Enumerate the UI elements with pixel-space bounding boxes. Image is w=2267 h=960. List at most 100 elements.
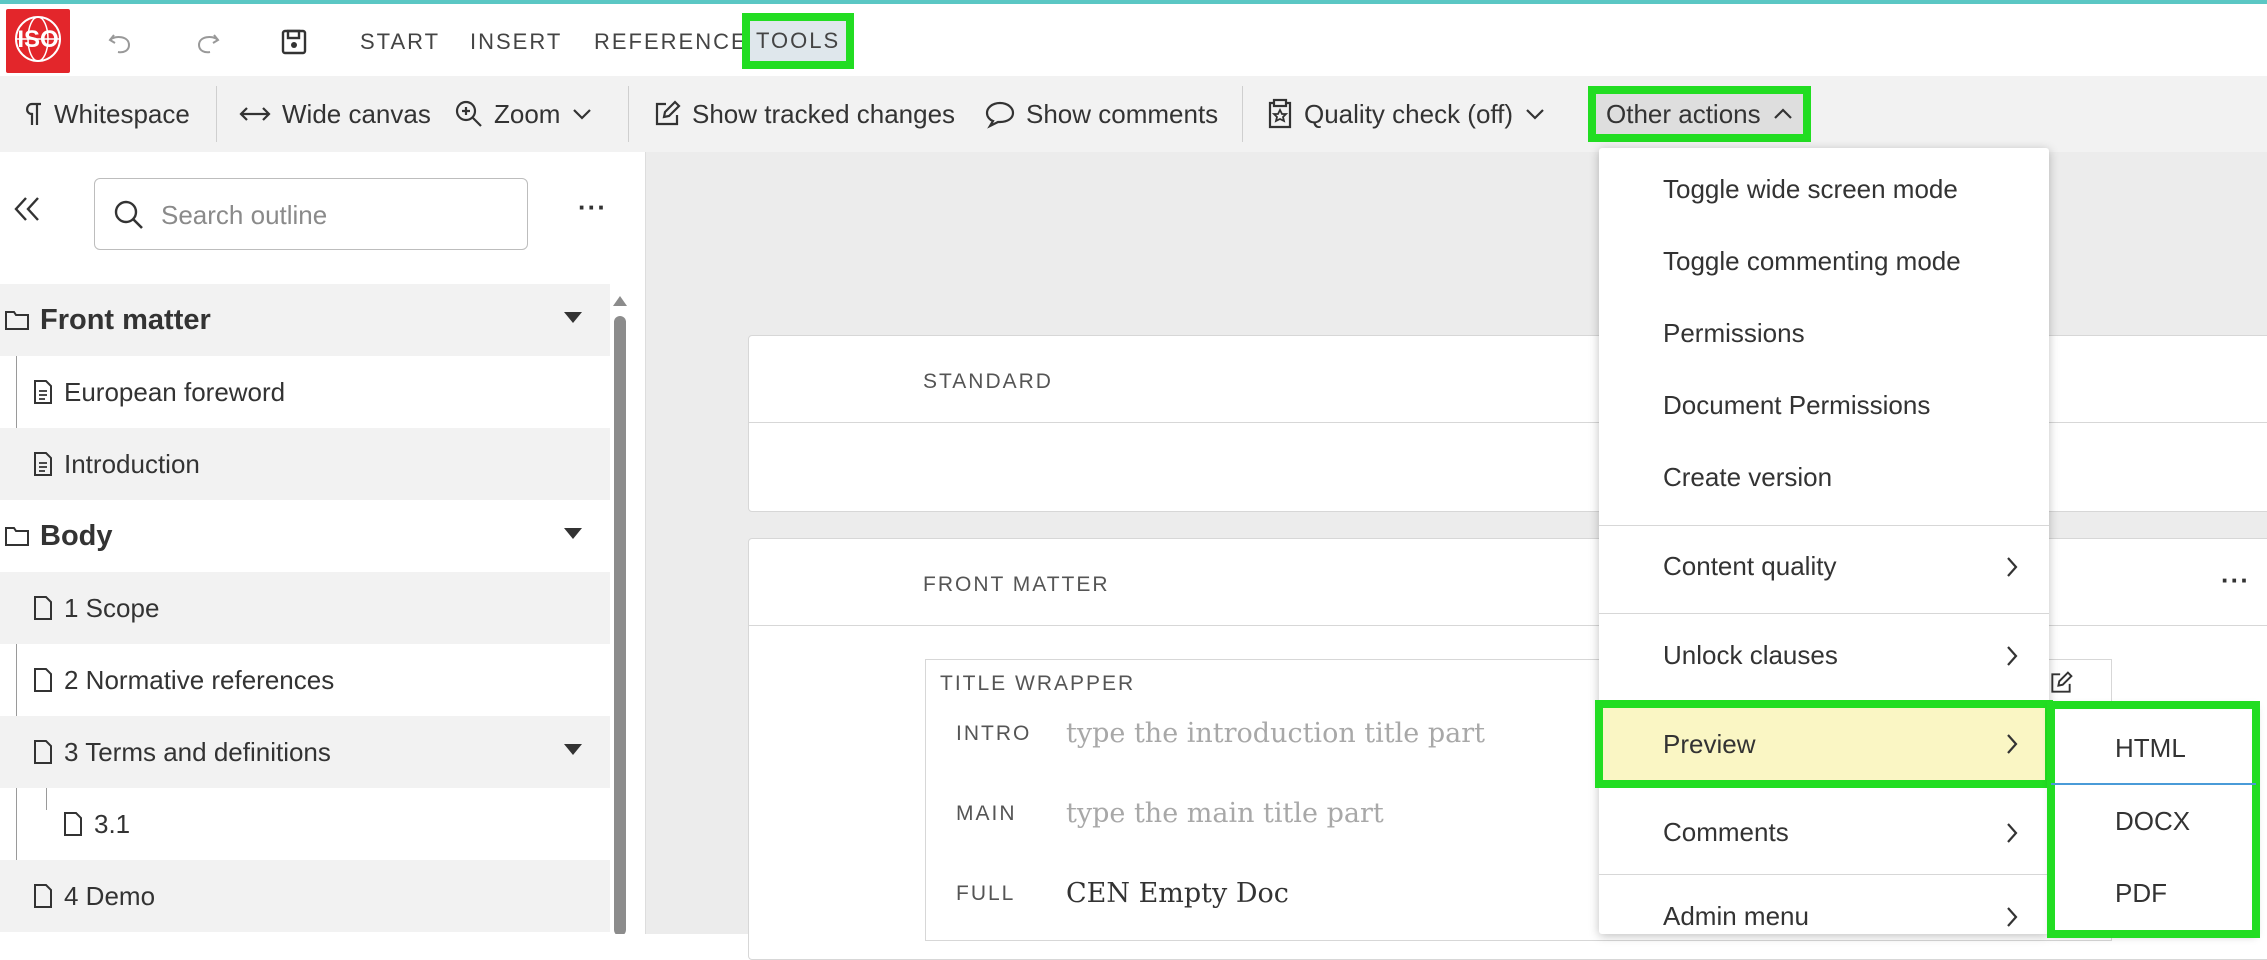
show-tracked-changes-button[interactable]: Show tracked changes: [652, 90, 955, 138]
menu-bar: ISO START INSERT REFERENCE TOOLS: [0, 4, 2267, 76]
outline-item-scope[interactable]: 1 Scope: [0, 572, 610, 644]
scroll-up-arrow-icon[interactable]: [613, 296, 627, 306]
collapse-sidebar-icon[interactable]: [10, 194, 44, 229]
preview-submenu: HTML DOCX PDF: [2047, 701, 2260, 938]
toolbar-divider: [216, 86, 217, 142]
sidebar-scrollbar[interactable]: [612, 292, 628, 934]
show-comments-label: Show comments: [1026, 98, 1219, 129]
outline-item-label: 1 Scope: [64, 592, 160, 623]
menu-start[interactable]: START: [360, 26, 440, 58]
menu-reference[interactable]: REFERENCE: [594, 26, 748, 58]
chevron-right-icon: [2007, 646, 2018, 666]
caret-down-icon[interactable]: [564, 528, 582, 539]
document-icon: [34, 452, 52, 476]
menu-item-preview[interactable]: Preview: [1595, 700, 2053, 788]
other-actions-menu: Toggle wide screen mode Toggle commentin…: [1595, 148, 2053, 934]
outline-sidebar: ··· Front matter European foreword Intro…: [0, 152, 646, 934]
main-field[interactable]: type the main title part: [1066, 798, 1384, 829]
outline-section-body[interactable]: Body: [0, 500, 610, 572]
menu-item-label: Create version: [1663, 461, 1833, 492]
menu-item-toggle-commenting[interactable]: Toggle commenting mode: [1599, 225, 2049, 297]
preview-docx-option[interactable]: DOCX: [2051, 785, 2256, 857]
scrollbar-thumb[interactable]: [614, 316, 626, 934]
preview-pdf-option[interactable]: PDF: [2051, 857, 2256, 929]
zoom-button[interactable]: Zoom: [454, 90, 592, 138]
show-comments-button[interactable]: Show comments: [984, 90, 1218, 138]
sidebar-more-button[interactable]: ···: [578, 192, 607, 223]
outline-section-front-matter[interactable]: Front matter: [0, 284, 610, 356]
outline-item-introduction[interactable]: Introduction: [0, 428, 610, 500]
search-icon: [114, 200, 143, 229]
quality-check-label: Quality check (off): [1304, 98, 1514, 129]
outline-item-terms-and-definitions[interactable]: 3 Terms and definitions: [0, 716, 610, 788]
search-outline-field[interactable]: [94, 178, 528, 250]
search-outline-input[interactable]: [159, 191, 513, 239]
menu-item-label: Toggle commenting mode: [1663, 245, 1961, 276]
quality-check-icon: [1268, 98, 1292, 129]
intro-field[interactable]: type the introduction title part: [1066, 718, 1485, 749]
other-actions-button[interactable]: Other actions: [1588, 86, 1811, 142]
whitespace-label: Whitespace: [54, 98, 190, 129]
horizontal-arrows-icon: [239, 107, 271, 121]
toolbar: Whitespace Wide canvas Zoom Show tracked…: [0, 76, 2267, 153]
outline-section-label: Front matter: [40, 303, 211, 336]
page-icon: [34, 596, 52, 620]
menu-item-document-permissions[interactable]: Document Permissions: [1599, 369, 2049, 441]
intro-label: INTRO: [956, 722, 1032, 745]
outline-item-label: 3.1: [94, 808, 131, 839]
title-wrapper-label: TITLE WRAPPER: [940, 672, 1136, 695]
front-matter-label: FRONT MATTER: [923, 573, 1110, 596]
redo-icon[interactable]: [190, 24, 226, 60]
page-icon: [34, 740, 52, 764]
menu-divider: [1599, 874, 2049, 875]
iso-logo: ISO: [6, 9, 70, 73]
menu-item-label: Preview: [1663, 728, 1756, 759]
pilcrow-icon: [26, 102, 41, 125]
menu-item-toggle-wide-screen[interactable]: Toggle wide screen mode: [1599, 153, 2049, 225]
whitespace-button[interactable]: Whitespace: [22, 90, 190, 138]
outline-section-label: Body: [40, 519, 113, 552]
submenu-item-label: PDF: [2115, 877, 2167, 908]
undo-icon[interactable]: [102, 24, 138, 60]
front-matter-more-button[interactable]: ···: [2221, 565, 2250, 596]
submenu-item-label: DOCX: [2115, 805, 2191, 836]
chevron-right-icon: [2007, 557, 2018, 577]
outline-item-3-1[interactable]: 3.1: [0, 788, 610, 860]
outline-item-label: 4 Demo: [64, 880, 156, 911]
menu-item-permissions[interactable]: Permissions: [1599, 297, 2049, 369]
menu-item-create-version[interactable]: Create version: [1599, 441, 2049, 513]
show-tracked-changes-label: Show tracked changes: [692, 98, 956, 129]
menu-item-unlock-clauses[interactable]: Unlock clauses: [1599, 619, 2049, 691]
outline-item-normative-references[interactable]: 2 Normative references: [0, 644, 610, 716]
outline-item-label: Introduction: [64, 448, 200, 479]
outline-item-european-foreword[interactable]: European foreword: [0, 356, 610, 428]
document-icon: [34, 380, 52, 404]
menu-insert[interactable]: INSERT: [470, 26, 562, 58]
outline-item-label: European foreword: [64, 376, 286, 407]
quality-check-button[interactable]: Quality check (off): [1266, 90, 1545, 138]
edit-icon: [655, 100, 681, 126]
comment-icon: [985, 101, 1015, 129]
caret-down-icon[interactable]: [564, 744, 582, 755]
edit-icon[interactable]: [2048, 670, 2074, 696]
wide-canvas-label: Wide canvas: [282, 98, 431, 129]
submenu-item-label: HTML: [2115, 732, 2186, 763]
page-icon: [64, 812, 82, 836]
wide-canvas-button[interactable]: Wide canvas: [238, 90, 431, 138]
menu-item-comments[interactable]: Comments: [1599, 796, 2049, 868]
menu-item-label: Permissions: [1663, 317, 1805, 348]
menu-item-admin-menu[interactable]: Admin menu: [1599, 880, 2049, 952]
menu-divider: [1599, 525, 2049, 526]
toolbar-divider: [1242, 86, 1243, 142]
outline-item-demo[interactable]: 4 Demo: [0, 860, 610, 932]
page-icon: [34, 668, 52, 692]
menu-tools[interactable]: TOOLS: [741, 13, 855, 69]
page-icon: [34, 884, 52, 908]
preview-html-option[interactable]: HTML: [2051, 713, 2256, 785]
caret-down-icon[interactable]: [564, 312, 582, 323]
save-icon[interactable]: [276, 24, 312, 60]
chevron-right-icon: [2007, 907, 2018, 927]
full-title-field[interactable]: CEN Empty Doc: [1066, 878, 1289, 909]
menu-item-label: Content quality: [1663, 550, 1837, 581]
menu-item-content-quality[interactable]: Content quality: [1599, 530, 2049, 602]
